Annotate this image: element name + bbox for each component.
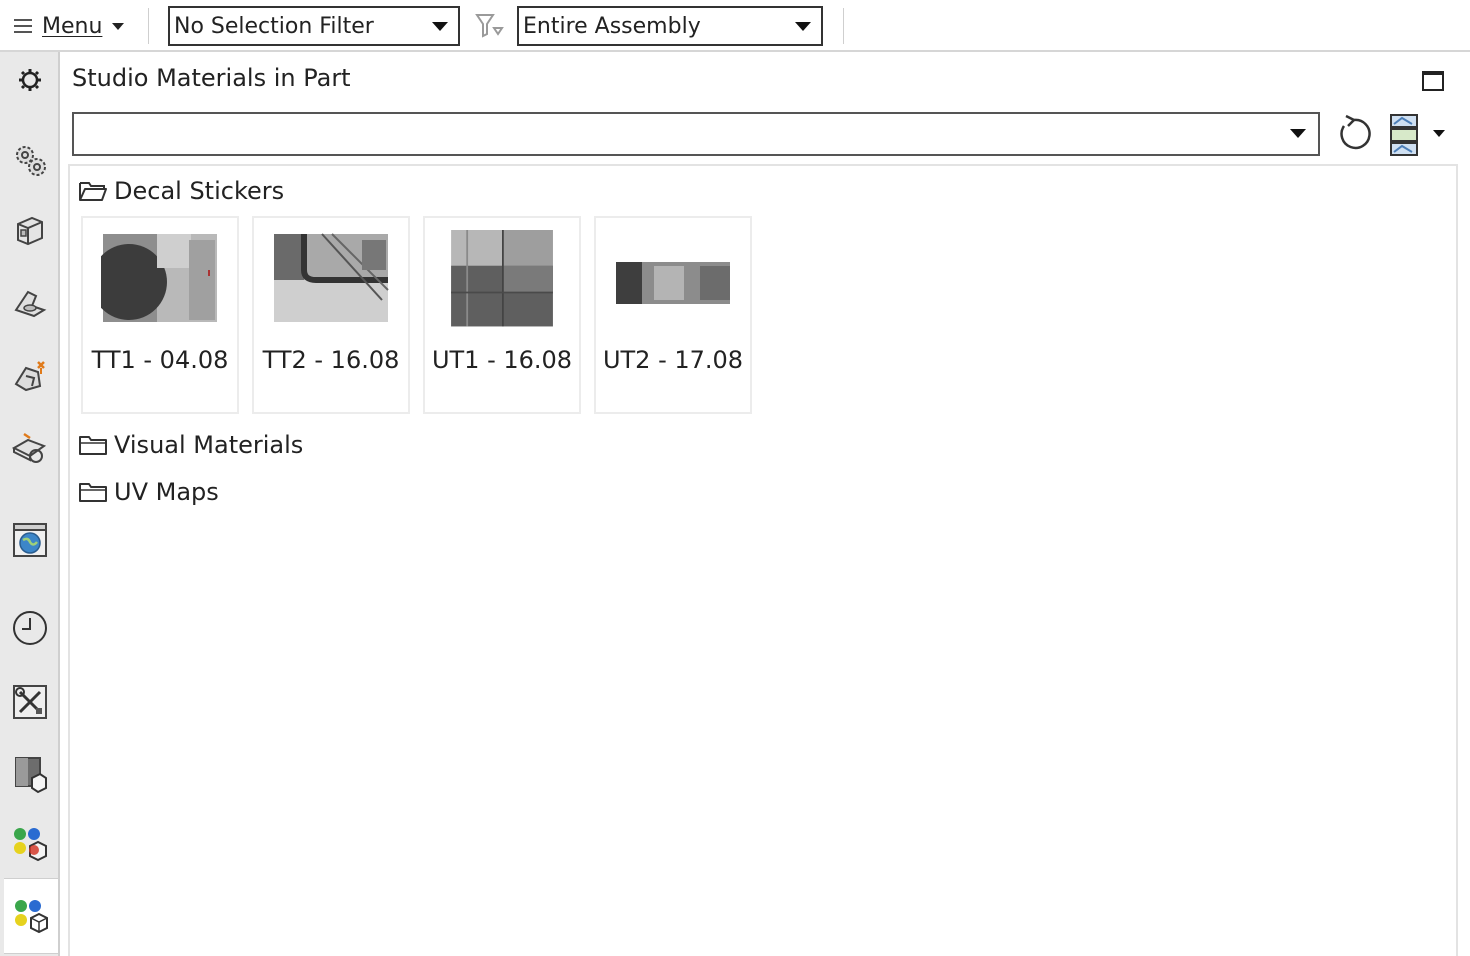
rail-button-motion[interactable]	[6, 422, 54, 474]
constraint-icon	[14, 361, 45, 392]
scope-dropdown[interactable]: Entire Assembly	[517, 6, 823, 46]
folder-label: Decal Stickers	[114, 177, 285, 205]
decal-tile-tt1[interactable]: TT1 - 04.08	[81, 216, 239, 414]
refresh-icon[interactable]	[1332, 112, 1376, 156]
rail-button-part-navigator[interactable]	[6, 204, 54, 256]
rail-button-history[interactable]	[6, 602, 54, 654]
decal-label: UT1 - 16.08	[431, 346, 573, 374]
panel-title: Studio Materials in Part	[72, 64, 351, 92]
browser-icon	[13, 523, 47, 557]
rail-button-texture[interactable]	[6, 748, 54, 800]
part-icon	[17, 216, 43, 246]
rail-button-feature[interactable]	[6, 276, 54, 328]
chevron-down-icon	[432, 21, 448, 31]
history-icon	[13, 611, 47, 645]
decal-tile-ut1[interactable]: UT1 - 16.08	[423, 216, 581, 414]
folder-decal-stickers[interactable]: Decal Stickers	[78, 174, 284, 208]
filter-icon[interactable]	[474, 12, 506, 40]
resource-bar	[0, 52, 60, 956]
texture-icon	[15, 757, 47, 794]
folder-visual-materials[interactable]: Visual Materials	[78, 428, 303, 462]
decal-thumbnail	[451, 230, 553, 327]
toolbar-separator	[148, 8, 149, 44]
menu-button[interactable]: Menu	[14, 8, 125, 44]
tools-icon	[13, 685, 47, 719]
folder-label: Visual Materials	[114, 431, 304, 459]
material-library-dropdown[interactable]	[72, 112, 1320, 156]
chevron-down-icon	[1290, 129, 1306, 138]
selection-filter-value: No Selection Filter	[174, 13, 374, 39]
rail-button-gears[interactable]	[6, 134, 54, 186]
folder-icon	[79, 436, 107, 455]
decal-tile-ut2[interactable]: UT2 - 17.08	[594, 216, 752, 414]
gears-icon	[16, 146, 46, 176]
folder-icon	[79, 483, 107, 502]
decal-thumbnail	[274, 233, 389, 322]
rail-button-studio-materials[interactable]	[4, 878, 58, 954]
top-toolbar: Menu No Selection Filter Entire Assembly	[0, 0, 1470, 52]
scope-value: Entire Assembly	[523, 13, 701, 39]
rail-button-tools[interactable]	[6, 676, 54, 728]
hamburger-icon	[14, 18, 34, 34]
decal-label: TT1 - 04.08	[91, 346, 229, 374]
folder-label: UV Maps	[114, 478, 219, 506]
view-mode-icon[interactable]	[1388, 112, 1424, 158]
toolbar-separator	[843, 8, 844, 44]
decal-thumbnail	[616, 262, 730, 304]
materials-tree: Decal Stickers TT1 - 04.08 TT2 - 16.08 U…	[68, 164, 1458, 956]
system-materials-icon	[14, 828, 47, 862]
folder-open-icon	[79, 182, 107, 201]
decal-thumbnail	[101, 234, 217, 322]
menu-caret-icon	[112, 22, 125, 30]
chevron-down-icon	[795, 21, 811, 31]
folder-uv-maps[interactable]: UV Maps	[78, 475, 219, 509]
menu-label: Menu	[42, 13, 103, 39]
feature-icon	[14, 290, 47, 318]
rail-button-constraints[interactable]	[6, 350, 54, 402]
decal-label: TT2 - 16.08	[262, 346, 400, 374]
settings-icon	[19, 69, 41, 91]
decal-tile-tt2[interactable]: TT2 - 16.08	[252, 216, 410, 414]
motion-icon	[11, 432, 47, 463]
selection-filter-dropdown[interactable]: No Selection Filter	[168, 6, 460, 46]
decal-label: UT2 - 17.08	[602, 346, 744, 374]
rail-button-system-materials[interactable]	[6, 818, 54, 870]
resource-settings-button[interactable]	[6, 54, 54, 106]
view-mode-chevron-icon[interactable]	[1433, 130, 1445, 137]
maximize-icon[interactable]	[1422, 71, 1444, 91]
rail-button-web-browser[interactable]	[6, 514, 54, 566]
studio-materials-icon	[15, 900, 48, 934]
